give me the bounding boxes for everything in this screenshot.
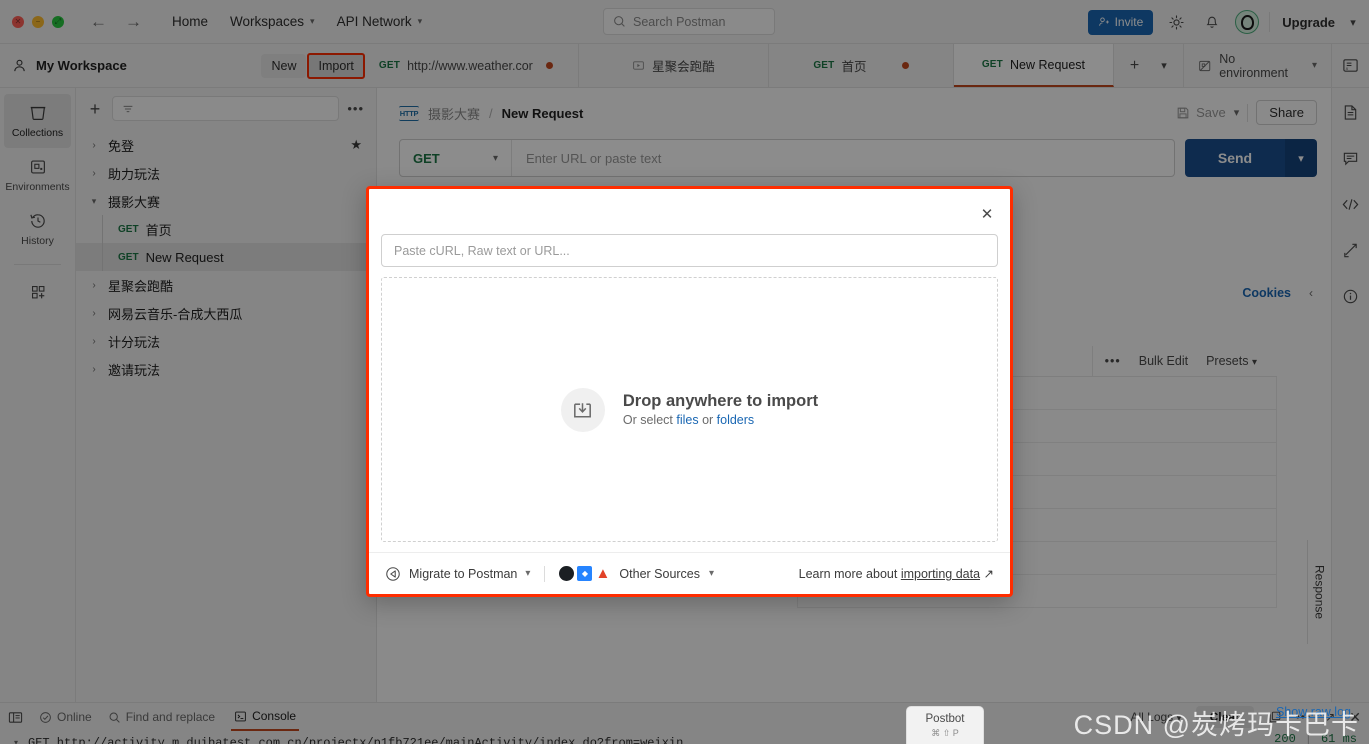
learn-prefix: Learn more about (798, 567, 901, 581)
gitlab-icon: ▲ (595, 565, 611, 582)
bitbucket-icon: ◆ (577, 566, 593, 581)
dropzone-text: Drop anywhere to import Or select files … (623, 392, 818, 427)
import-modal: ✕ Paste cURL, Raw text or URL... Drop an… (366, 186, 1013, 597)
other-sources-label: Other Sources (619, 566, 701, 581)
dropzone-subtitle: Or select files or folders (623, 413, 818, 427)
dropzone-sub-prefix: Or select (622, 413, 677, 427)
watermark: CSDN @炭烤玛卡巴卡 (1073, 710, 1359, 740)
dropzone-content: Drop anywhere to import Or select files … (560, 387, 818, 432)
chevron-down-icon: ▾ (525, 568, 531, 579)
divider (544, 565, 546, 582)
migrate-to-postman-button[interactable]: Migrate to Postman ▾ (385, 566, 530, 582)
postman-app-window: ✕ − ⤢ ← → Home Workspaces ▾ API Network … (0, 0, 1369, 744)
select-files-link[interactable]: files (676, 413, 698, 427)
import-modal-footer: Migrate to Postman ▾ ◆ ▲ Other Sources ▾… (369, 552, 1010, 594)
migrate-label: Migrate to Postman (409, 566, 518, 581)
postbot-shortcut: ⌘ ⇧ P (931, 728, 959, 738)
importing-data-link[interactable]: importing data (901, 567, 980, 581)
github-icon (559, 566, 575, 581)
learn-more-link[interactable]: Learn more about importing data ↗ (799, 566, 994, 581)
import-dropzone[interactable]: Drop anywhere to import Or select files … (381, 277, 998, 542)
postbot-widget[interactable]: Postbot ⌘ ⇧ P (906, 706, 984, 744)
dropzone-title: Drop anywhere to import (622, 392, 819, 410)
close-icon[interactable]: ✕ (978, 205, 996, 223)
drop-import-icon (560, 387, 605, 432)
source-icons: ◆ ▲ (559, 566, 610, 581)
import-url-input[interactable]: Paste cURL, Raw text or URL... (381, 234, 998, 267)
other-sources-button[interactable]: ◆ ▲ Other Sources ▾ (559, 566, 714, 581)
postbot-label: Postbot (925, 713, 965, 725)
select-folders-link[interactable]: folders (717, 413, 755, 427)
external-link-icon: ↗ (983, 567, 994, 581)
migrate-icon (386, 566, 400, 581)
chevron-down-icon: ▾ (709, 568, 715, 579)
dropzone-sub-mid: or (698, 413, 717, 427)
